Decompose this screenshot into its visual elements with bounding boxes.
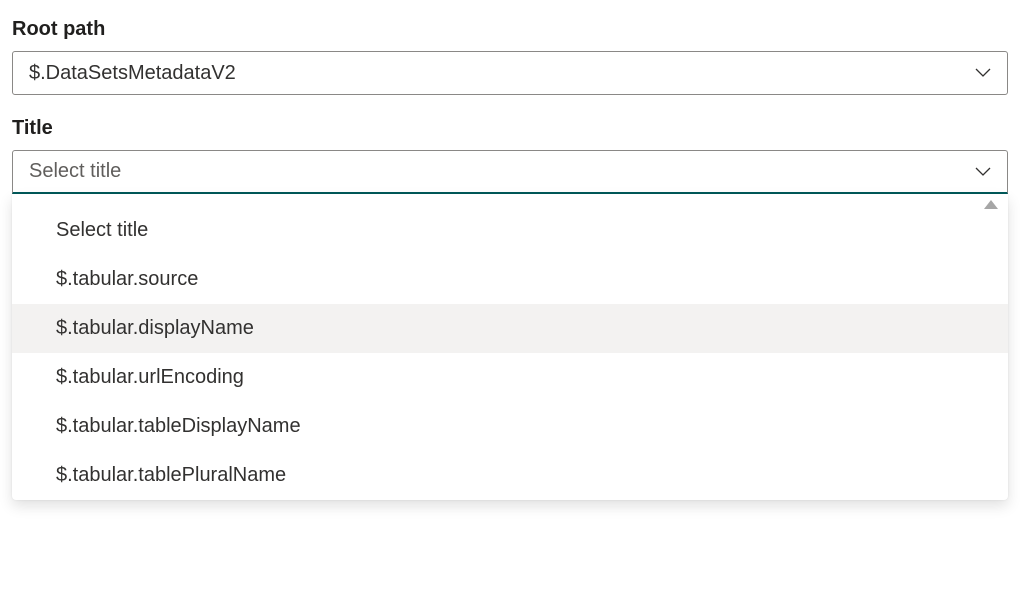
title-option[interactable]: $.tabular.tablePluralName xyxy=(12,451,1008,500)
title-option[interactable]: Select title xyxy=(12,206,1008,255)
title-option[interactable]: $.tabular.displayName xyxy=(12,304,1008,353)
title-select[interactable]: Select title xyxy=(12,150,1008,194)
title-option[interactable]: $.tabular.source xyxy=(12,255,1008,304)
scroll-up-arrow-icon[interactable] xyxy=(984,200,998,209)
root-path-field: Root path $.DataSetsMetadataV2 xyxy=(12,18,1008,95)
root-path-value: $.DataSetsMetadataV2 xyxy=(29,62,975,85)
root-path-select[interactable]: $.DataSetsMetadataV2 xyxy=(12,51,1008,95)
title-dropdown-list[interactable]: Select title$.tabular.source$.tabular.di… xyxy=(12,200,1008,500)
chevron-down-icon xyxy=(975,68,991,78)
title-dropdown-panel: Select title$.tabular.source$.tabular.di… xyxy=(12,194,1008,500)
chevron-down-icon xyxy=(975,167,991,177)
title-option[interactable]: $.tabular.urlEncoding xyxy=(12,353,1008,402)
root-path-label: Root path xyxy=(12,18,1008,41)
title-field: Title Select title Select title$.tabular… xyxy=(12,117,1008,500)
title-option[interactable]: $.tabular.tableDisplayName xyxy=(12,402,1008,451)
title-label: Title xyxy=(12,117,1008,140)
title-value: Select title xyxy=(29,160,975,183)
